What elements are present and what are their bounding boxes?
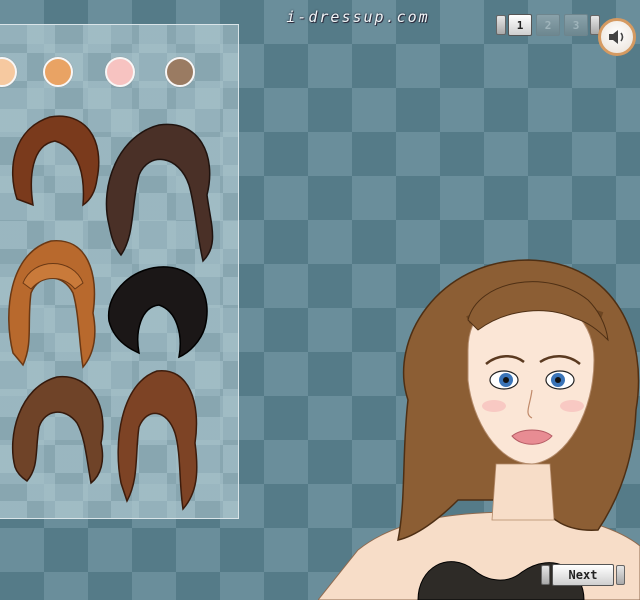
page-button-1[interactable]: 1 — [508, 14, 532, 36]
next-button-label[interactable]: Next — [552, 564, 614, 586]
hair-shape — [107, 266, 208, 359]
hairstyle-option-black-short[interactable] — [105, 261, 213, 361]
next-button[interactable]: Next — [541, 563, 625, 587]
next-left-cap — [541, 565, 550, 585]
hairstyle-selection-panel — [0, 24, 239, 519]
dressup-model — [318, 259, 640, 600]
hair-shape — [11, 115, 100, 207]
hairstyle-option-auburn-bob[interactable] — [5, 109, 105, 209]
page-button-2[interactable]: 2 — [536, 14, 560, 36]
page-navigation: 1 2 3 — [496, 12, 600, 38]
page-nav-left-cap — [496, 15, 506, 35]
skin-tone-swatch-3[interactable] — [105, 57, 135, 87]
model-neck — [491, 463, 555, 521]
sound-toggle-button[interactable] — [598, 18, 636, 56]
hairstyle-option-long-dark-wavy[interactable] — [99, 115, 221, 265]
skin-tone-swatch-4[interactable] — [165, 57, 195, 87]
hairstyle-option-brown-curly[interactable] — [5, 367, 115, 487]
hair-shape — [11, 376, 104, 485]
hairstyle-option-chestnut-long-waves[interactable] — [111, 363, 201, 513]
next-right-cap — [616, 565, 625, 585]
hair-shape — [8, 240, 96, 369]
hairstyle-option-copper-bangs[interactable] — [3, 233, 101, 373]
speaker-icon — [609, 30, 624, 44]
skin-tone-swatch-2[interactable] — [43, 57, 73, 87]
site-logo[interactable]: i-dressup.com — [272, 8, 444, 28]
page-button-3[interactable]: 3 — [564, 14, 588, 36]
hair-shape — [117, 370, 198, 511]
hair-shape — [105, 123, 214, 263]
